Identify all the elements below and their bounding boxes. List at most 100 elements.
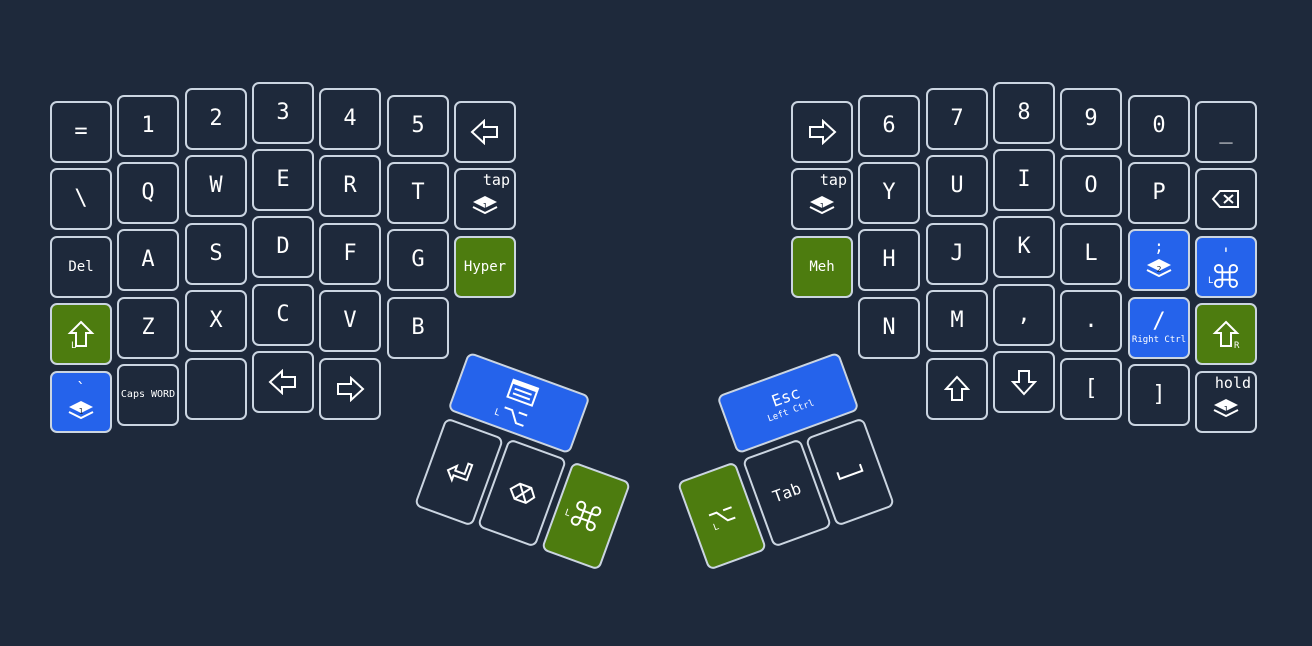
key-2[interactable]: 2	[185, 88, 247, 150]
key-label: E	[276, 167, 290, 192]
key-label: U	[950, 173, 964, 198]
key-r[interactable]: R	[319, 155, 381, 217]
tap-label: tap	[819, 171, 847, 189]
key-f[interactable]: F	[319, 223, 381, 285]
key-v[interactable]: V	[319, 290, 381, 352]
key-period[interactable]: .	[1060, 290, 1122, 352]
key-4[interactable]: 4	[319, 88, 381, 150]
key-d[interactable]: D	[252, 216, 314, 278]
menu-icon	[506, 378, 540, 407]
key-label: =	[74, 119, 88, 144]
key-up-arrow[interactable]	[926, 358, 988, 420]
key-label: A	[141, 247, 155, 272]
key-label: 2	[209, 106, 223, 131]
key-label: '	[1221, 244, 1231, 263]
key-right-bracket[interactable]: ]	[1128, 364, 1190, 426]
key-7[interactable]: 7	[926, 88, 988, 150]
key-label: ;	[1154, 237, 1164, 256]
key-m[interactable]: M	[926, 290, 988, 352]
key-left-bracket[interactable]: [	[1060, 358, 1122, 420]
key-label: V	[343, 308, 357, 333]
key-label: Del	[68, 259, 94, 275]
key-5[interactable]: 5	[387, 95, 449, 157]
key-minus[interactable]: _	[1195, 101, 1257, 163]
key-y[interactable]: Y	[858, 162, 920, 224]
key-label: B	[411, 315, 425, 340]
key-3[interactable]: 3	[252, 82, 314, 144]
key-quote-cmd[interactable]: ' L	[1195, 236, 1257, 298]
key-meh[interactable]: Meh	[791, 236, 853, 298]
key-e[interactable]: E	[252, 149, 314, 211]
key-9[interactable]: 9	[1060, 88, 1122, 150]
key-layer-tap-left[interactable]: tap 1	[454, 168, 516, 230]
key-backspace[interactable]	[1195, 168, 1257, 230]
up-arrow-icon	[944, 375, 970, 401]
key-label: X	[209, 308, 223, 333]
backspace-icon	[1211, 190, 1239, 208]
key-label: \	[74, 186, 88, 211]
key-1[interactable]: 1	[117, 95, 179, 157]
key-right-arrow-top[interactable]	[791, 101, 853, 163]
key-t[interactable]: T	[387, 162, 449, 224]
key-h[interactable]: H	[858, 229, 920, 291]
key-z[interactable]: Z	[117, 297, 179, 359]
key-down-arrow[interactable]	[993, 351, 1055, 413]
key-n[interactable]: N	[858, 297, 920, 359]
space-icon	[836, 463, 864, 481]
key-b[interactable]: B	[387, 297, 449, 359]
cmd-hold: L	[563, 499, 602, 532]
key-left-arrow[interactable]	[252, 351, 314, 413]
key-right-arrow[interactable]	[319, 358, 381, 420]
key-label: 4	[343, 106, 357, 131]
key-semicolon-layer[interactable]: ; 2	[1128, 229, 1190, 291]
key-s[interactable]: S	[185, 223, 247, 285]
key-slash-right-ctrl[interactable]: / Right Ctrl	[1128, 297, 1190, 359]
key-delete[interactable]: Del	[50, 236, 112, 298]
key-i[interactable]: I	[993, 149, 1055, 211]
key-label: R	[343, 173, 357, 198]
key-g[interactable]: G	[387, 229, 449, 291]
key-comma[interactable]: ,	[993, 284, 1055, 346]
key-q[interactable]: Q	[117, 162, 179, 224]
key-8[interactable]: 8	[993, 82, 1055, 144]
key-label: G	[411, 247, 425, 272]
key-label: Caps WORD	[120, 389, 176, 400]
key-label: H	[882, 247, 896, 272]
key-w[interactable]: W	[185, 155, 247, 217]
modifier-side-label: L	[1208, 276, 1214, 286]
key-label: Y	[882, 180, 896, 205]
key-x[interactable]: X	[185, 290, 247, 352]
key-label: M	[950, 308, 964, 333]
key-label: W	[209, 173, 223, 198]
svg-text:2: 2	[1157, 265, 1162, 274]
svg-text:1: 1	[483, 202, 488, 211]
key-o[interactable]: O	[1060, 155, 1122, 217]
svg-text:1: 1	[1224, 405, 1229, 414]
key-grave-layer[interactable]: ` 1	[50, 371, 112, 433]
key-0[interactable]: 0	[1128, 95, 1190, 157]
key-p[interactable]: P	[1128, 162, 1190, 224]
layer-icon: 1	[1213, 399, 1239, 418]
key-right-shift[interactable]: R	[1195, 303, 1257, 365]
hold-label: Right Ctrl	[1131, 335, 1187, 345]
key-backslash[interactable]: \	[50, 168, 112, 230]
key-label: 5	[411, 113, 425, 138]
key-label: _	[1219, 119, 1233, 144]
key-caps-word[interactable]: Caps WORD	[117, 364, 179, 426]
key-hyper[interactable]: Hyper	[454, 236, 516, 298]
key-left-arrow-top[interactable]	[454, 101, 516, 163]
key-6[interactable]: 6	[858, 95, 920, 157]
key-k[interactable]: K	[993, 216, 1055, 278]
key-u[interactable]: U	[926, 155, 988, 217]
key-equals[interactable]: =	[50, 101, 112, 163]
key-a[interactable]: A	[117, 229, 179, 291]
key-layer-tap-right[interactable]: tap 1	[791, 168, 853, 230]
key-layer-hold[interactable]: hold 1	[1195, 371, 1257, 433]
key-left-shift[interactable]: L	[50, 303, 112, 365]
key-empty[interactable]	[185, 358, 247, 420]
key-label: K	[1017, 234, 1031, 259]
key-c[interactable]: C	[252, 284, 314, 346]
key-j[interactable]: J	[926, 223, 988, 285]
key-l[interactable]: L	[1060, 223, 1122, 285]
layer-icon: 1	[68, 401, 94, 420]
